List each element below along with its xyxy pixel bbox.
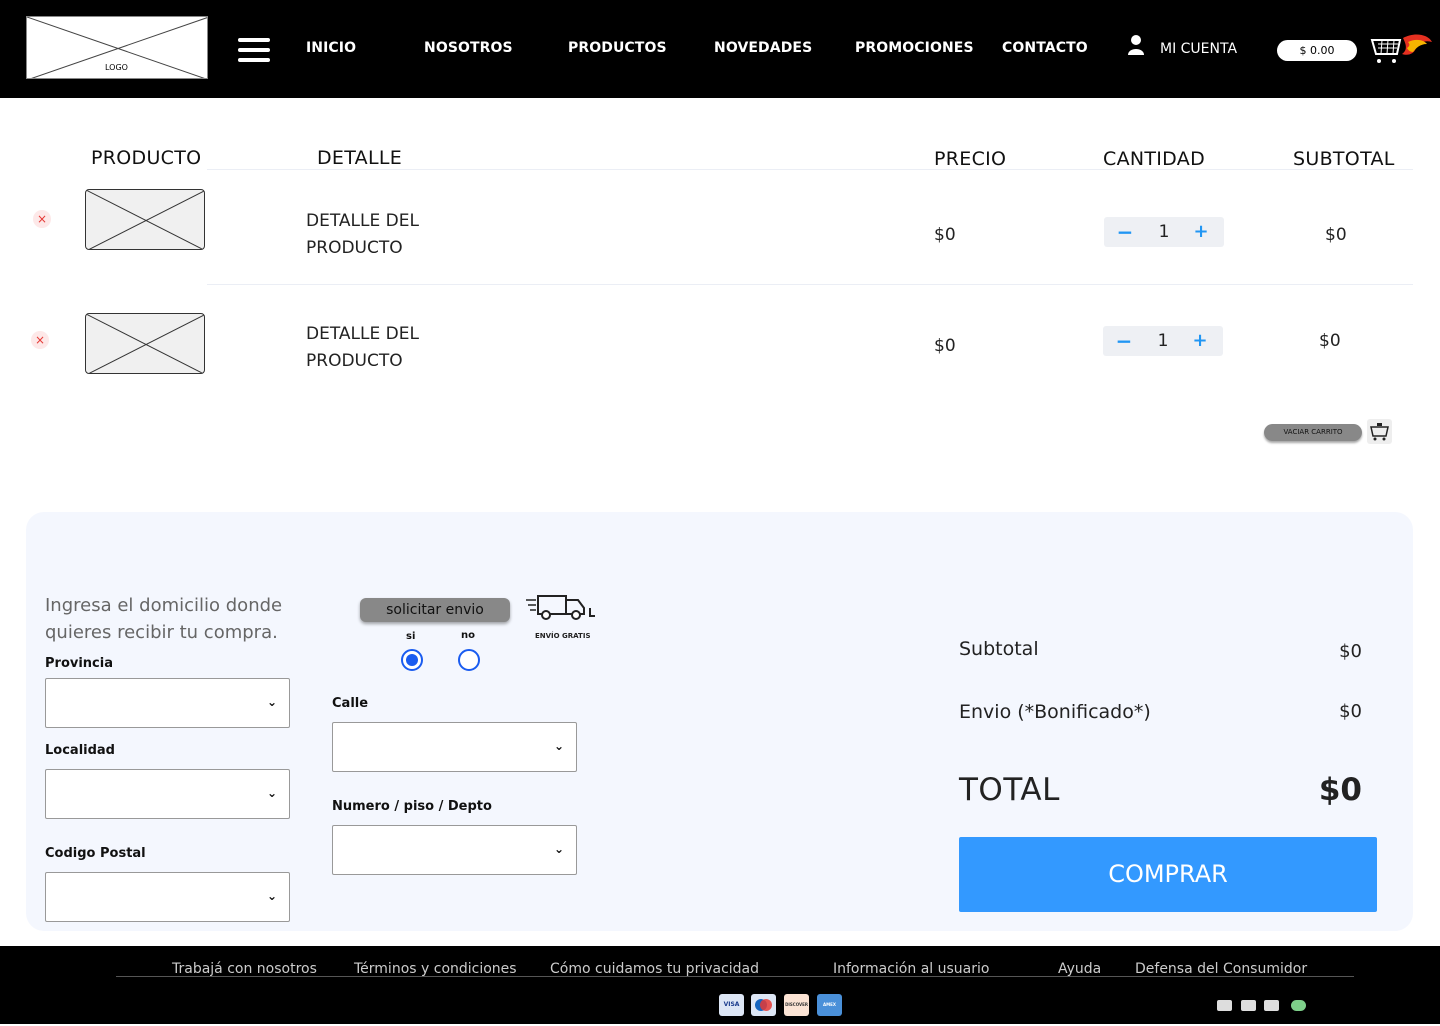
cart-total-badge[interactable]: $ 0.00: [1277, 40, 1357, 61]
number-floor-select[interactable]: ⌄: [332, 825, 577, 875]
product-image: [85, 189, 205, 250]
chevron-down-icon: ⌄: [266, 889, 277, 903]
col-header-detail: DETALLE: [317, 147, 403, 169]
footer-divider: [116, 976, 1354, 977]
footer-link-user-info[interactable]: Información al usuario: [833, 961, 989, 977]
city-label: Localidad: [45, 743, 115, 758]
chevron-down-icon: ⌄: [553, 842, 564, 856]
cart-icon[interactable]: [1370, 30, 1434, 66]
product-price: $0: [934, 336, 956, 356]
product-image: [85, 313, 205, 374]
product-detail: DETALLE DEL PRODUCTO: [306, 211, 419, 258]
nav-novedades[interactable]: NOVEDADES: [714, 40, 812, 56]
free-shipping-label: ENVÍO GRATIS: [535, 632, 591, 640]
logo[interactable]: LOGO: [26, 16, 208, 79]
product-price: $0: [934, 225, 956, 245]
decrease-quantity-button[interactable]: −: [1110, 217, 1140, 247]
chevron-down-icon: ⌄: [266, 695, 277, 709]
remove-item-button[interactable]: ×: [31, 331, 49, 349]
address-intro: Ingresa el domicilio donde quieres recib…: [45, 595, 283, 643]
account-link[interactable]: MI CUENTA: [1160, 41, 1237, 57]
amex-icon: AMEX: [817, 994, 842, 1016]
truck-icon: [526, 595, 595, 620]
maestro-icon: [751, 994, 776, 1016]
chevron-down-icon: ⌄: [553, 739, 564, 753]
empty-cart-icon[interactable]: [1367, 419, 1392, 444]
radio-yes-label: si: [406, 631, 416, 642]
postal-code-label: Codigo Postal: [45, 846, 146, 861]
city-select[interactable]: ⌄: [45, 769, 290, 819]
subtotal-value: $0: [1339, 641, 1362, 662]
street-label: Calle: [332, 696, 369, 711]
hamburger-menu-icon[interactable]: [238, 38, 270, 62]
quantity-stepper: − 1 +: [1104, 217, 1224, 247]
remove-item-button[interactable]: ×: [33, 210, 51, 228]
col-header-subtotal: SUBTOTAL: [1293, 148, 1395, 170]
shipping-label: Envio (*Bonificado*): [959, 701, 1151, 723]
decrease-quantity-button[interactable]: −: [1109, 326, 1139, 356]
col-header-price: PRECIO: [934, 148, 1007, 170]
facebook-icon[interactable]: [1241, 1000, 1256, 1011]
province-select[interactable]: ⌄: [45, 678, 290, 728]
request-shipping-button[interactable]: solicitar envio: [360, 598, 510, 622]
footer-link-terms[interactable]: Términos y condiciones: [354, 961, 517, 977]
quantity-stepper: − 1 +: [1103, 326, 1223, 356]
nav-contacto[interactable]: CONTACTO: [1002, 40, 1088, 56]
user-icon[interactable]: [1127, 34, 1145, 56]
logo-label: LOGO: [105, 63, 128, 72]
province-label: Provincia: [45, 656, 113, 671]
whatsapp-icon[interactable]: [1291, 1000, 1306, 1011]
nav-nosotros[interactable]: NOSOTROS: [424, 40, 513, 56]
increase-quantity-button[interactable]: +: [1186, 217, 1216, 247]
nav-promociones[interactable]: PROMOCIONES: [855, 40, 974, 56]
site-header: LOGO INICIO NOSOTROS PRODUCTOS NOVEDADES…: [0, 0, 1440, 98]
subtotal-label: Subtotal: [959, 638, 1039, 660]
radio-no-label: no: [461, 630, 475, 641]
row-subtotal: $0: [1325, 225, 1347, 245]
row-subtotal: $0: [1319, 331, 1341, 351]
increase-quantity-button[interactable]: +: [1185, 326, 1215, 356]
instagram-icon[interactable]: [1217, 1000, 1232, 1011]
header-divider: [207, 169, 1413, 170]
col-header-quantity: CANTIDAD: [1103, 148, 1206, 170]
nav-productos[interactable]: PRODUCTOS: [568, 40, 667, 56]
footer-link-help[interactable]: Ayuda: [1058, 961, 1101, 977]
street-select[interactable]: ⌄: [332, 722, 577, 772]
footer-link-consumer-defense[interactable]: Defensa del Consumidor: [1135, 961, 1307, 977]
site-footer: Trabajá con nosotros Términos y condicio…: [0, 946, 1440, 1024]
nav-inicio[interactable]: INICIO: [306, 40, 356, 56]
shipping-yes-radio[interactable]: [401, 649, 423, 671]
buy-button[interactable]: COMPRAR: [959, 837, 1377, 912]
row-divider: [207, 284, 1413, 285]
footer-link-privacy[interactable]: Cómo cuidamos tu privacidad: [550, 961, 759, 977]
col-header-product: PRODUCTO: [91, 147, 202, 169]
postal-code-select[interactable]: ⌄: [45, 872, 290, 922]
total-label: TOTAL: [959, 772, 1060, 808]
number-floor-label: Numero / piso / Depto: [332, 799, 492, 814]
twitter-icon[interactable]: [1264, 1000, 1279, 1011]
quantity-value[interactable]: 1: [1148, 326, 1178, 356]
visa-icon: VISA: [719, 994, 744, 1016]
product-detail: DETALLE DEL PRODUCTO: [306, 324, 419, 371]
shipping-value: $0: [1339, 701, 1362, 722]
footer-link-work-with-us[interactable]: Trabajá con nosotros: [172, 961, 317, 977]
total-value: $0: [1318, 772, 1362, 808]
discover-icon: DISCOVER: [784, 994, 809, 1016]
shipping-no-radio[interactable]: [458, 649, 480, 671]
chevron-down-icon: ⌄: [266, 786, 277, 800]
quantity-value[interactable]: 1: [1149, 217, 1179, 247]
empty-cart-button[interactable]: VACIAR CARRITO: [1264, 424, 1362, 441]
